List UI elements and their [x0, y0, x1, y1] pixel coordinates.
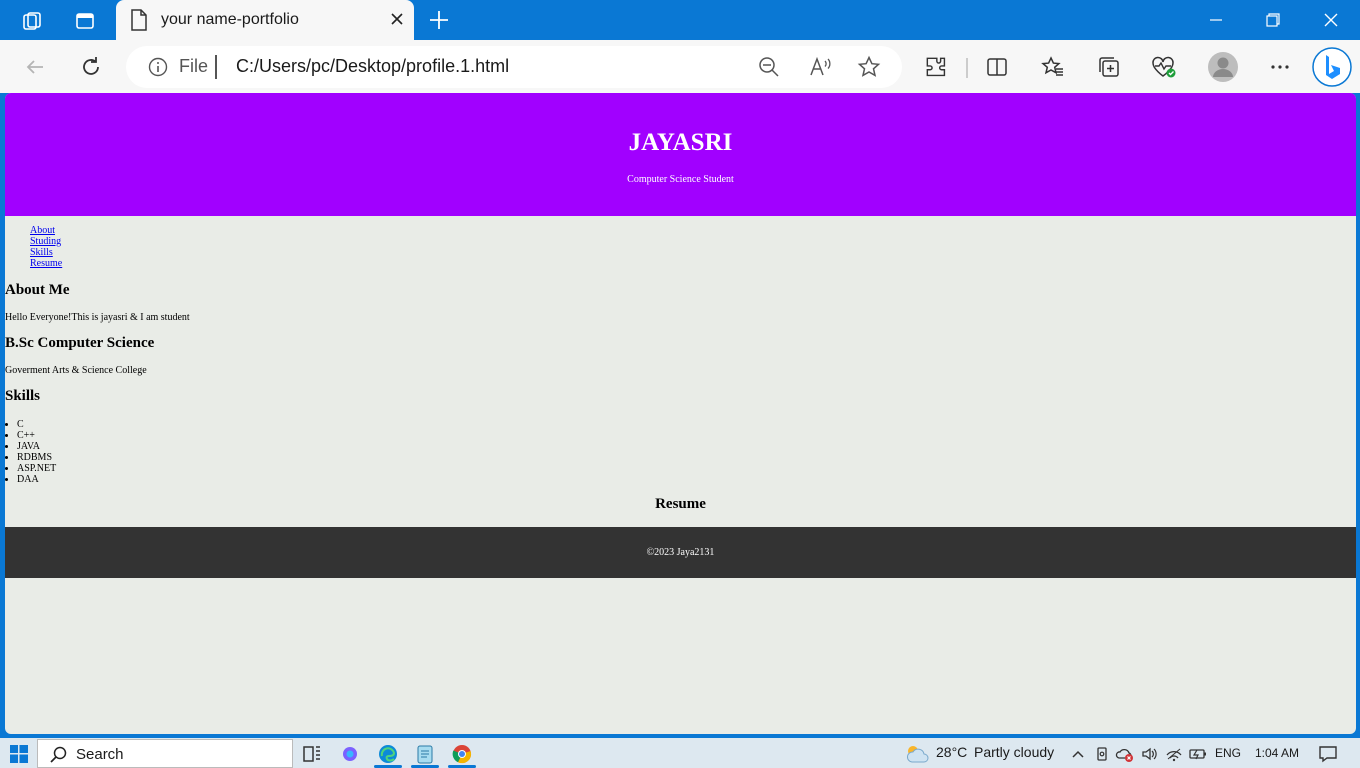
battery-icon[interactable] [1187, 743, 1209, 765]
browser-tab-bar: your name-portfolio [0, 0, 1360, 40]
windows-start-icon[interactable] [8, 743, 30, 765]
skills-heading: Skills [5, 388, 41, 404]
about-text: Hello Everyone!This is jayasri & I am st… [5, 312, 190, 323]
workspaces-icon[interactable] [20, 8, 46, 34]
volume-icon[interactable] [1139, 743, 1161, 765]
copilot-icon[interactable] [1312, 47, 1352, 87]
close-tab-icon[interactable] [388, 10, 406, 33]
more-menu-icon[interactable] [1266, 53, 1294, 81]
weather-partly-cloudy-icon[interactable] [904, 743, 930, 765]
skill-item: DAA [17, 474, 56, 485]
active-tab[interactable]: your name-portfolio [116, 0, 414, 40]
browser-essentials-icon[interactable] [1150, 53, 1178, 81]
clock-time[interactable]: 1:04 AM [1255, 746, 1299, 760]
education-heading: B.Sc Computer Science [5, 335, 155, 351]
refresh-button[interactable] [77, 53, 105, 81]
address-separator [215, 55, 217, 79]
collections-icon[interactable] [1095, 53, 1123, 81]
copilot-taskbar-icon[interactable] [339, 743, 361, 765]
minimize-button[interactable] [1193, 6, 1239, 34]
meet-now-icon[interactable] [1091, 743, 1113, 765]
edge-taskbar-icon[interactable] [377, 743, 399, 765]
about-heading: About Me [5, 282, 70, 298]
read-aloud-icon[interactable] [808, 55, 832, 84]
profile-avatar[interactable] [1207, 51, 1239, 83]
close-window-button[interactable] [1308, 6, 1354, 34]
notepad-taskbar-icon[interactable] [414, 743, 436, 765]
restore-button[interactable] [1250, 6, 1296, 34]
education-text: Goverment Arts & Science College [5, 365, 147, 376]
page-nav: About Studing Skills Resume [30, 225, 62, 269]
tab-title: your name-portfolio [161, 11, 299, 28]
notifications-icon[interactable] [1317, 743, 1339, 765]
taskbar-search[interactable]: Search [37, 739, 293, 768]
skill-item: ASP.NET [17, 463, 56, 474]
skills-list: C C++ JAVA RDBMS ASP.NET DAA [17, 419, 56, 485]
toolbar-divider [966, 58, 968, 78]
page-document-icon [130, 9, 148, 36]
portfolio-header: JAYASRI Computer Science Student [5, 93, 1356, 216]
favorite-star-icon[interactable] [857, 55, 881, 84]
chrome-taskbar-icon[interactable] [451, 743, 473, 765]
address-bar[interactable]: File C:/Users/pc/Desktop/profile.1.html [126, 46, 902, 88]
nav-link-resume[interactable]: Resume [30, 258, 62, 269]
search-label: Search [76, 746, 124, 763]
wifi-icon[interactable] [1163, 743, 1185, 765]
nav-link-studing[interactable]: Studing [30, 236, 62, 247]
address-scheme-label: File [179, 56, 209, 76]
address-url[interactable]: C:/Users/pc/Desktop/profile.1.html [236, 56, 509, 77]
split-screen-icon[interactable] [983, 53, 1011, 81]
language-indicator[interactable]: ENG [1215, 746, 1241, 760]
skill-item: RDBMS [17, 452, 56, 463]
windows-taskbar: Search 28°C Partly cloudy ENG 1:04 AM [0, 738, 1360, 768]
skill-item: C [17, 419, 56, 430]
nav-link-about[interactable]: About [30, 225, 62, 236]
onedrive-error-icon[interactable] [1114, 743, 1136, 765]
page-viewport: JAYASRI Computer Science Student About S… [5, 93, 1356, 734]
favorites-icon[interactable] [1039, 53, 1067, 81]
vertical-tabs-icon[interactable] [72, 8, 98, 34]
extensions-icon[interactable] [922, 53, 950, 81]
footer-text: ©2023 Jaya2131 [646, 547, 715, 558]
task-view-icon[interactable] [301, 743, 323, 765]
page-footer: ©2023 Jaya2131 [5, 527, 1356, 578]
search-icon [50, 746, 68, 768]
skill-item: C++ [17, 430, 56, 441]
nav-link-skills[interactable]: Skills [30, 247, 62, 258]
weather-desc[interactable]: Partly cloudy [974, 744, 1054, 760]
weather-temp[interactable]: 28°C [936, 744, 967, 760]
browser-toolbar: File C:/Users/pc/Desktop/profile.1.html [0, 40, 1360, 93]
header-subtitle: Computer Science Student [627, 174, 734, 185]
header-name: JAYASRI [628, 129, 733, 156]
site-info-icon[interactable] [148, 57, 168, 82]
resume-heading: Resume [655, 496, 706, 512]
new-tab-button[interactable] [427, 8, 451, 37]
back-button[interactable] [21, 53, 49, 81]
chevron-up-icon[interactable] [1067, 743, 1089, 765]
zoom-out-icon[interactable] [758, 56, 780, 83]
skill-item: JAVA [17, 441, 56, 452]
